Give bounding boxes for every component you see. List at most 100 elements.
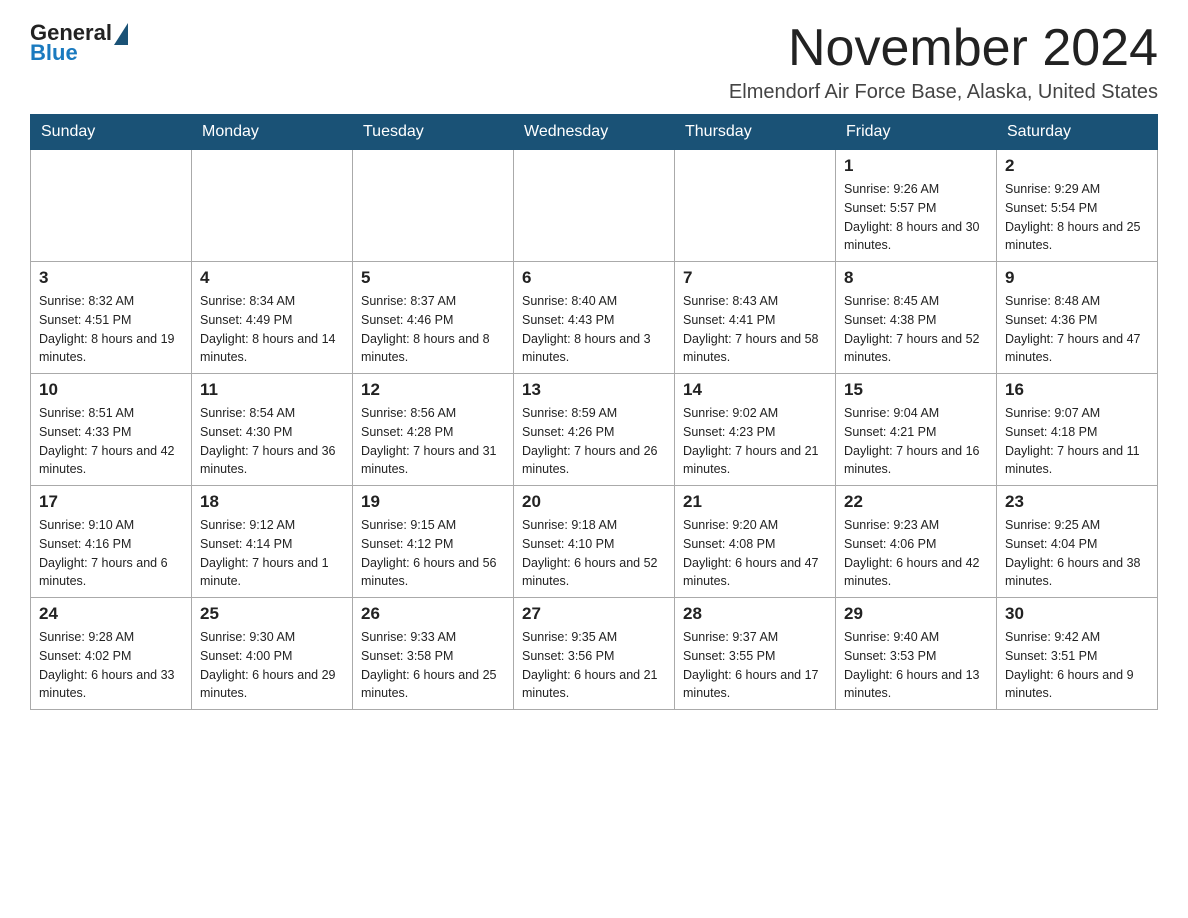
day-number: 19 — [361, 492, 505, 512]
day-number: 14 — [683, 380, 827, 400]
calendar-cell: 17 Sunrise: 9:10 AMSunset: 4:16 PMDayligh… — [31, 486, 192, 598]
day-info: Sunrise: 8:32 AMSunset: 4:51 PMDaylight:… — [39, 292, 183, 367]
day-number: 22 — [844, 492, 988, 512]
day-info: Sunrise: 9:25 AMSunset: 4:04 PMDaylight:… — [1005, 516, 1149, 591]
calendar-week-row: 10Sunrise: 8:51 AMSunset: 4:33 PMDayligh… — [31, 374, 1158, 486]
day-number: 21 — [683, 492, 827, 512]
logo-blue: Blue — [30, 40, 78, 66]
day-number: 23 — [1005, 492, 1149, 512]
calendar-cell: 18Sunrise: 9:12 AMSunset: 4:14 PMDayligh… — [192, 486, 353, 598]
calendar-cell: 12 Sunrise: 8:56 AMSunset: 4:28 PMDayligh… — [353, 374, 514, 486]
day-info: Sunrise: 8:45 AMSunset: 4:38 PMDaylight:… — [844, 292, 988, 367]
calendar-cell: 15 Sunrise: 9:04 AMSunset: 4:21 PMDayligh… — [836, 374, 997, 486]
day-number: 30 — [1005, 604, 1149, 624]
day-number: 7 — [683, 268, 827, 288]
calendar-cell: 28 Sunrise: 9:37 AMSunset: 3:55 PMDayligh… — [675, 598, 836, 710]
day-number: 16 — [1005, 380, 1149, 400]
day-info: Sunrise: 9:04 AMSunset: 4:21 PMDaylight:… — [844, 404, 988, 479]
day-info: Sunrise: 8:59 AMSunset: 4:26 PMDaylight:… — [522, 404, 666, 479]
day-info: Sunrise: 9:30 AMSunset: 4:00 PMDaylight:… — [200, 628, 344, 703]
calendar-cell — [192, 150, 353, 262]
calendar-cell: 27 Sunrise: 9:35 AMSunset: 3:56 PMDayligh… — [514, 598, 675, 710]
weekday-header: Monday — [192, 115, 353, 150]
calendar-header-row: SundayMondayTuesdayWednesdayThursdayFrid… — [31, 115, 1158, 150]
calendar-cell: 20 Sunrise: 9:18 AMSunset: 4:10 PMDayligh… — [514, 486, 675, 598]
day-number: 9 — [1005, 268, 1149, 288]
day-info: Sunrise: 8:43 AMSunset: 4:41 PMDaylight:… — [683, 292, 827, 367]
day-info: Sunrise: 9:20 AMSunset: 4:08 PMDaylight:… — [683, 516, 827, 591]
calendar-cell: 10Sunrise: 8:51 AMSunset: 4:33 PMDayligh… — [31, 374, 192, 486]
day-info: Sunrise: 8:48 AMSunset: 4:36 PMDaylight:… — [1005, 292, 1149, 367]
calendar-cell — [31, 150, 192, 262]
day-number: 2 — [1005, 156, 1149, 176]
day-info: Sunrise: 8:40 AMSunset: 4:43 PMDaylight:… — [522, 292, 666, 367]
day-info: Sunrise: 9:15 AMSunset: 4:12 PMDaylight:… — [361, 516, 505, 591]
day-info: Sunrise: 8:51 AMSunset: 4:33 PMDaylight:… — [39, 404, 183, 479]
calendar-week-row: 1Sunrise: 9:26 AMSunset: 5:57 PMDaylight… — [31, 150, 1158, 262]
day-info: Sunrise: 9:35 AMSunset: 3:56 PMDaylight:… — [522, 628, 666, 703]
calendar-cell: 30 Sunrise: 9:42 AMSunset: 3:51 PMDayligh… — [997, 598, 1158, 710]
day-number: 27 — [522, 604, 666, 624]
calendar-cell — [514, 150, 675, 262]
day-number: 15 — [844, 380, 988, 400]
day-info: Sunrise: 9:10 AMSunset: 4:16 PMDaylight:… — [39, 516, 183, 591]
weekday-header: Friday — [836, 115, 997, 150]
weekday-header: Saturday — [997, 115, 1158, 150]
day-number: 11 — [200, 380, 344, 400]
day-number: 3 — [39, 268, 183, 288]
title-section: November 2024 Elmendorf Air Force Base, … — [729, 20, 1158, 104]
weekday-header: Wednesday — [514, 115, 675, 150]
day-info: Sunrise: 8:56 AMSunset: 4:28 PMDaylight:… — [361, 404, 505, 479]
day-number: 8 — [844, 268, 988, 288]
calendar-cell: 11 Sunrise: 8:54 AMSunset: 4:30 PMDayligh… — [192, 374, 353, 486]
calendar-week-row: 17 Sunrise: 9:10 AMSunset: 4:16 PMDayligh… — [31, 486, 1158, 598]
logo: General Blue — [30, 20, 128, 66]
calendar-cell: 23 Sunrise: 9:25 AMSunset: 4:04 PMDayligh… — [997, 486, 1158, 598]
calendar-cell: 16 Sunrise: 9:07 AMSunset: 4:18 PMDayligh… — [997, 374, 1158, 486]
day-number: 20 — [522, 492, 666, 512]
calendar-cell: 9 Sunrise: 8:48 AMSunset: 4:36 PMDaylight… — [997, 262, 1158, 374]
day-info: Sunrise: 8:34 AMSunset: 4:49 PMDaylight:… — [200, 292, 344, 367]
calendar-cell: 1Sunrise: 9:26 AMSunset: 5:57 PMDaylight… — [836, 150, 997, 262]
day-info: Sunrise: 9:07 AMSunset: 4:18 PMDaylight:… — [1005, 404, 1149, 479]
day-info: Sunrise: 8:37 AMSunset: 4:46 PMDaylight:… — [361, 292, 505, 367]
weekday-header: Tuesday — [353, 115, 514, 150]
calendar-table: SundayMondayTuesdayWednesdayThursdayFrid… — [30, 114, 1158, 710]
calendar-week-row: 24 Sunrise: 9:28 AMSunset: 4:02 PMDayligh… — [31, 598, 1158, 710]
calendar-cell: 2Sunrise: 9:29 AMSunset: 5:54 PMDaylight… — [997, 150, 1158, 262]
calendar-cell — [353, 150, 514, 262]
day-info: Sunrise: 9:02 AMSunset: 4:23 PMDaylight:… — [683, 404, 827, 479]
day-number: 24 — [39, 604, 183, 624]
day-number: 18 — [200, 492, 344, 512]
day-number: 13 — [522, 380, 666, 400]
calendar-cell: 29Sunrise: 9:40 AMSunset: 3:53 PMDayligh… — [836, 598, 997, 710]
day-number: 5 — [361, 268, 505, 288]
day-info: Sunrise: 9:40 AMSunset: 3:53 PMDaylight:… — [844, 628, 988, 703]
calendar-cell: 6Sunrise: 8:40 AMSunset: 4:43 PMDaylight… — [514, 262, 675, 374]
calendar-cell: 26 Sunrise: 9:33 AMSunset: 3:58 PMDayligh… — [353, 598, 514, 710]
day-info: Sunrise: 8:54 AMSunset: 4:30 PMDaylight:… — [200, 404, 344, 479]
calendar-cell — [675, 150, 836, 262]
day-number: 4 — [200, 268, 344, 288]
calendar-cell: 4 Sunrise: 8:34 AMSunset: 4:49 PMDaylight… — [192, 262, 353, 374]
calendar-cell: 24 Sunrise: 9:28 AMSunset: 4:02 PMDayligh… — [31, 598, 192, 710]
day-number: 25 — [200, 604, 344, 624]
calendar-cell: 3 Sunrise: 8:32 AMSunset: 4:51 PMDaylight… — [31, 262, 192, 374]
day-number: 17 — [39, 492, 183, 512]
calendar-cell: 7 Sunrise: 8:43 AMSunset: 4:41 PMDaylight… — [675, 262, 836, 374]
calendar-cell: 5 Sunrise: 8:37 AMSunset: 4:46 PMDaylight… — [353, 262, 514, 374]
day-number: 12 — [361, 380, 505, 400]
day-info: Sunrise: 9:33 AMSunset: 3:58 PMDaylight:… — [361, 628, 505, 703]
day-info: Sunrise: 9:18 AMSunset: 4:10 PMDaylight:… — [522, 516, 666, 591]
calendar-cell: 19 Sunrise: 9:15 AMSunset: 4:12 PMDayligh… — [353, 486, 514, 598]
day-info: Sunrise: 9:37 AMSunset: 3:55 PMDaylight:… — [683, 628, 827, 703]
page-header: General Blue November 2024 Elmendorf Air… — [30, 20, 1158, 104]
day-info: Sunrise: 9:42 AMSunset: 3:51 PMDaylight:… — [1005, 628, 1149, 703]
location-title: Elmendorf Air Force Base, Alaska, United… — [729, 81, 1158, 104]
calendar-cell: 8 Sunrise: 8:45 AMSunset: 4:38 PMDaylight… — [836, 262, 997, 374]
weekday-header: Sunday — [31, 115, 192, 150]
day-info: Sunrise: 9:28 AMSunset: 4:02 PMDaylight:… — [39, 628, 183, 703]
day-number: 28 — [683, 604, 827, 624]
day-number: 26 — [361, 604, 505, 624]
day-number: 1 — [844, 156, 988, 176]
